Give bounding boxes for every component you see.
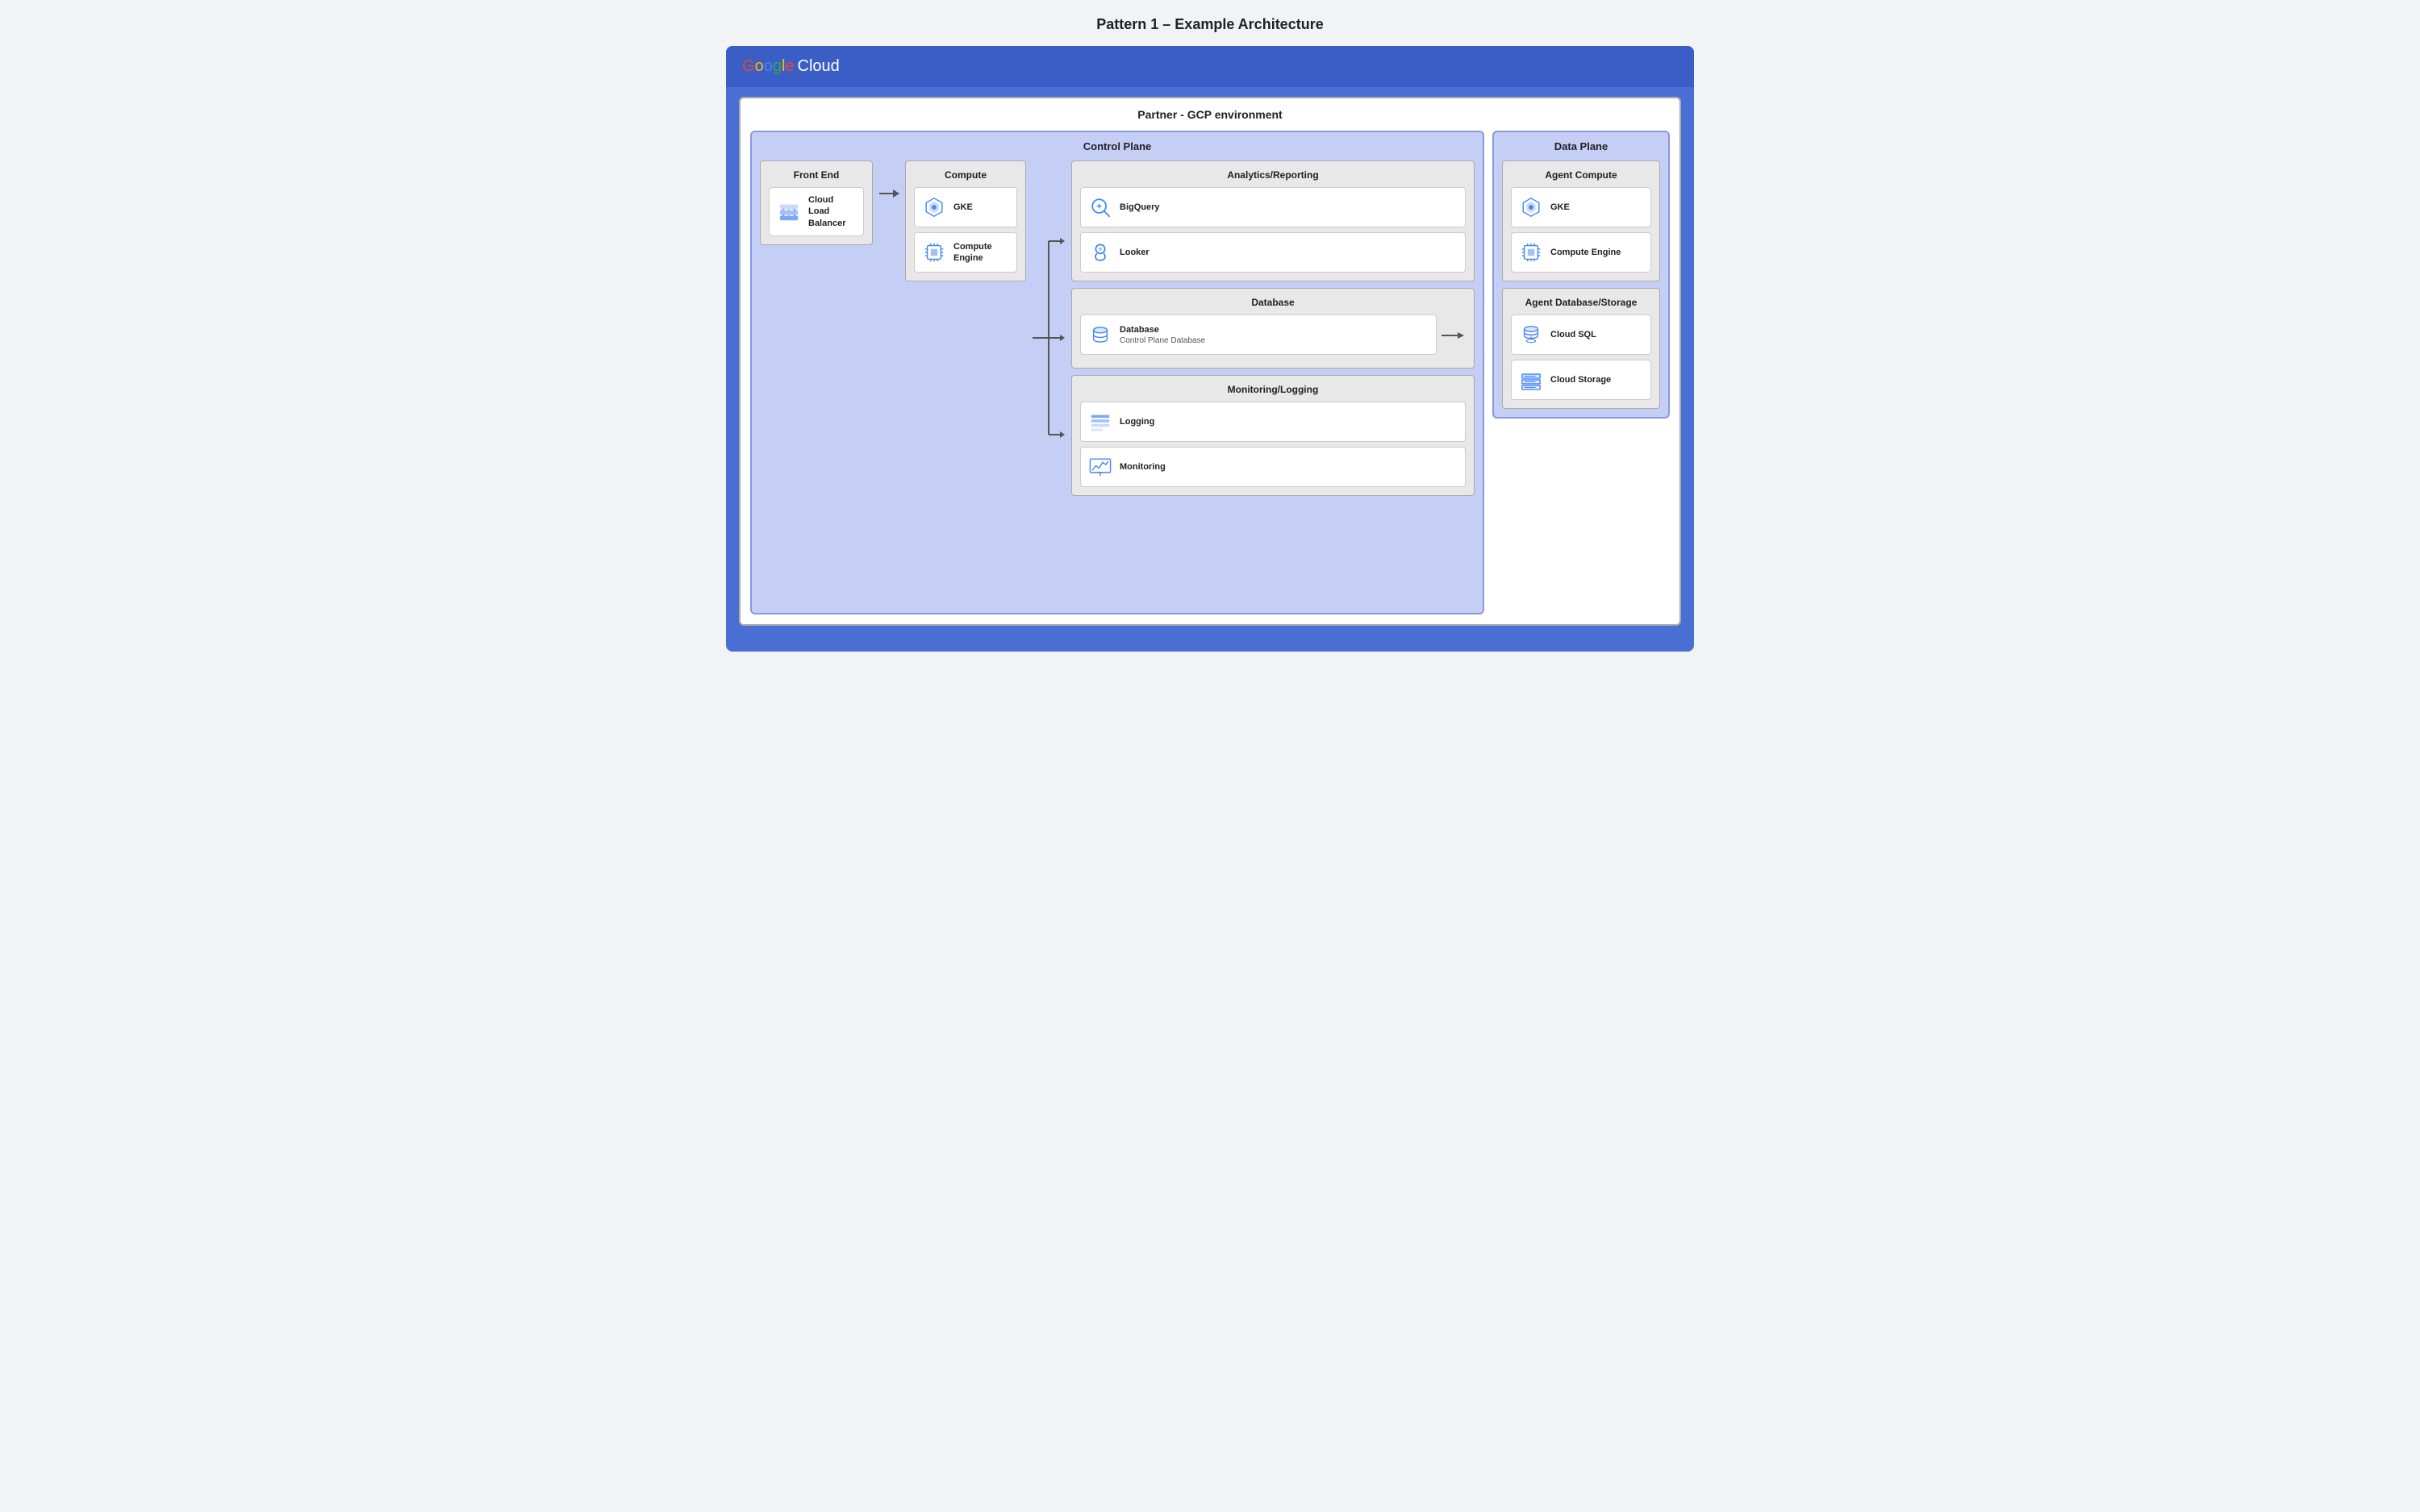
logging-name: Logging <box>1120 416 1154 427</box>
compute-engine-agent-icon <box>1518 240 1544 265</box>
fork-arrows <box>1033 160 1065 475</box>
database-sub: Control Plane Database <box>1120 336 1205 345</box>
frontend-title: Front End <box>769 169 864 181</box>
monitoring-box: Monitoring/Logging <box>1071 375 1475 496</box>
right-columns: Analytics/Reporting <box>1071 160 1475 496</box>
partner-inner: Control Plane Front End <box>750 131 1670 614</box>
google-cloud-logo: Google Cloud <box>742 57 840 76</box>
database-title: Database <box>1080 297 1466 308</box>
frontend-box: Front End <box>760 160 873 245</box>
partner-label: Partner - GCP environment <box>750 108 1670 121</box>
cloud-load-balancer-name: Cloud Load Balancer <box>808 194 857 229</box>
database-name: Database <box>1120 324 1205 335</box>
monitoring-card: Monitoring <box>1080 447 1466 487</box>
fork-svg <box>1033 201 1065 475</box>
partner-box: Partner - GCP environment Control Plane … <box>739 97 1681 626</box>
agent-db-box: Agent Database/Storage <box>1502 288 1660 409</box>
gke-compute-name: GKE <box>953 202 973 213</box>
google-text: Google <box>742 57 795 76</box>
agent-db-title: Agent Database/Storage <box>1511 297 1651 308</box>
page-title: Pattern 1 – Example Architecture <box>1096 16 1323 33</box>
database-card: Database Control Plane Database <box>1080 314 1437 355</box>
cloud-storage-card: Cloud Storage <box>1511 360 1651 400</box>
bigquery-icon <box>1087 194 1113 220</box>
gke-agent-icon <box>1518 194 1544 220</box>
data-plane-label: Data Plane <box>1502 140 1660 152</box>
compute-title: Compute <box>914 169 1017 181</box>
db-to-dataplane-arrow <box>1442 327 1466 348</box>
control-plane-box: Control Plane Front End <box>750 131 1484 614</box>
monitoring-icon <box>1087 454 1113 480</box>
looker-icon <box>1087 240 1113 265</box>
agent-compute-box: Agent Compute GKE <box>1502 160 1660 281</box>
logging-icon <box>1087 409 1113 435</box>
agent-compute-title: Agent Compute <box>1511 169 1651 181</box>
compute-box: Compute GKE <box>905 160 1026 281</box>
compute-engine-agent-card: Compute Engine <box>1511 232 1651 273</box>
main-content: Partner - GCP environment Control Plane … <box>726 87 1694 639</box>
looker-name: Looker <box>1120 247 1150 258</box>
architecture-diagram: Google Cloud Partner - GCP environment C… <box>726 46 1694 652</box>
cloud-load-balancer-icon <box>776 198 802 224</box>
logging-card: Logging <box>1080 402 1466 442</box>
frontend-to-compute-arrow <box>879 160 899 194</box>
gke-compute-icon <box>921 194 947 220</box>
database-box: Database <box>1071 288 1475 369</box>
cloud-storage-name: Cloud Storage <box>1550 374 1611 385</box>
compute-engine-agent-name: Compute Engine <box>1550 247 1621 258</box>
monitoring-title: Monitoring/Logging <box>1080 384 1466 395</box>
analytics-title: Analytics/Reporting <box>1080 169 1466 181</box>
cloud-text: Cloud <box>798 57 840 76</box>
cloud-sql-name: Cloud SQL <box>1550 329 1596 340</box>
compute-engine-icon <box>921 240 947 265</box>
cloud-sql-icon <box>1518 322 1544 348</box>
data-plane-box: Data Plane Agent Compute <box>1492 131 1670 419</box>
gke-agent-name: GKE <box>1550 202 1570 213</box>
google-cloud-header: Google Cloud <box>726 46 1694 87</box>
gke-agent-card: GKE <box>1511 187 1651 227</box>
cloud-storage-icon <box>1518 367 1544 393</box>
database-icon <box>1087 322 1113 348</box>
compute-engine-card: Compute Engine <box>914 232 1017 273</box>
cloud-sql-card: Cloud SQL <box>1511 314 1651 355</box>
analytics-box: Analytics/Reporting <box>1071 160 1475 281</box>
bigquery-card: BigQuery <box>1080 187 1466 227</box>
monitoring-name: Monitoring <box>1120 461 1166 473</box>
control-plane-label: Control Plane <box>760 140 1475 152</box>
gke-compute-card: GKE <box>914 187 1017 227</box>
bigquery-name: BigQuery <box>1120 202 1160 213</box>
compute-engine-name: Compute Engine <box>953 241 1010 264</box>
looker-card: Looker <box>1080 232 1466 273</box>
cloud-load-balancer-card: Cloud Load Balancer <box>769 187 864 236</box>
